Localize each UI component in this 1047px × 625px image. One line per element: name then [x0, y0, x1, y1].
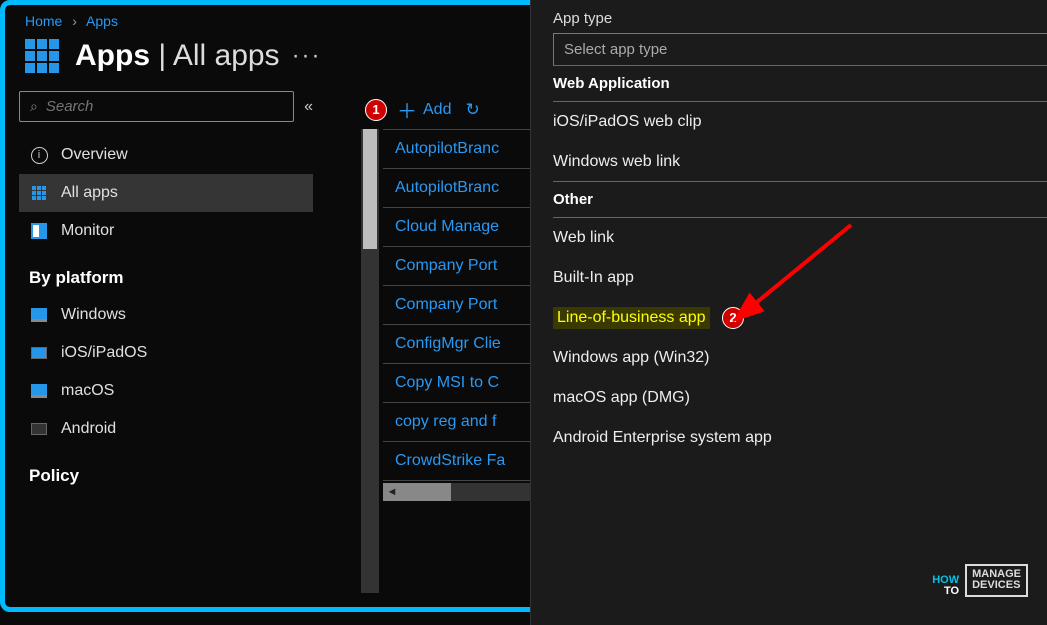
search-input[interactable] — [46, 98, 283, 115]
add-button[interactable]: ＋ Add — [397, 95, 451, 124]
nav-label: Android — [61, 420, 116, 438]
section-policy: Policy — [19, 448, 313, 494]
nav-label: All apps — [61, 184, 118, 202]
platform-android[interactable]: Android — [19, 410, 313, 448]
windows-icon — [29, 305, 49, 325]
nav-label: Monitor — [61, 222, 114, 240]
section-by-platform: By platform — [19, 250, 313, 296]
nav-label: Windows — [61, 306, 126, 324]
platform-ios[interactable]: iOS/iPadOS — [19, 334, 313, 372]
refresh-icon[interactable]: ↻ — [465, 100, 479, 120]
watermark-manage-devices: MANAGEDEVICES — [965, 564, 1028, 597]
nav-label: macOS — [61, 382, 114, 400]
android-icon — [29, 419, 49, 439]
nav-overview[interactable]: i Overview — [19, 136, 313, 174]
page-title: Apps | All apps — [75, 39, 280, 73]
scroll-left-icon[interactable]: ◄ — [383, 483, 401, 501]
breadcrumb-apps[interactable]: Apps — [86, 13, 118, 29]
more-menu-icon[interactable]: ··· — [292, 42, 322, 70]
annotation-badge-2: 2 — [722, 307, 744, 329]
type-web-link[interactable]: Web link — [553, 218, 1047, 258]
watermark-howto: HOWTO — [932, 575, 959, 597]
add-label: Add — [423, 101, 451, 119]
type-macos-app-dmg[interactable]: macOS app (DMG) — [553, 378, 1047, 418]
type-line-of-business-app[interactable]: Line-of-business app — [553, 307, 710, 329]
vertical-scrollbar[interactable] — [361, 129, 379, 593]
info-icon: i — [29, 145, 49, 165]
nav-monitor[interactable]: Monitor — [19, 212, 313, 250]
select-app-type-panel: Select app type Create app App type Sele… — [530, 0, 1047, 625]
type-ios-web-clip[interactable]: iOS/iPadOS web clip — [553, 102, 1047, 142]
category-web-application: Web Application — [553, 65, 1047, 102]
category-other: Other — [553, 181, 1047, 218]
search-box[interactable]: ⌕ — [19, 91, 294, 122]
watermark: HOWTO MANAGEDEVICES — [932, 564, 1028, 597]
toolbar: 1 ＋ Add ↻ — [365, 91, 480, 134]
grid-icon — [29, 183, 49, 203]
search-icon: ⌕ — [30, 98, 38, 115]
apps-grid-icon — [25, 39, 59, 73]
breadcrumb-home[interactable]: Home — [25, 13, 62, 29]
type-windows-web-link[interactable]: Windows web link — [553, 142, 1047, 182]
annotation-badge-1: 1 — [365, 99, 387, 121]
platform-macos[interactable]: macOS — [19, 372, 313, 410]
ios-icon — [29, 343, 49, 363]
plus-icon: ＋ — [397, 95, 417, 124]
scrollbar-thumb[interactable] — [363, 129, 377, 249]
platform-windows[interactable]: Windows — [19, 296, 313, 334]
type-windows-app-win32[interactable]: Windows app (Win32) — [553, 338, 1047, 378]
type-built-in-app[interactable]: Built-In app — [553, 258, 1047, 298]
nav-all-apps[interactable]: All apps — [19, 174, 313, 212]
collapse-sidebar-icon[interactable]: « — [304, 98, 313, 116]
macos-icon — [29, 381, 49, 401]
app-type-label: App type — [553, 10, 1047, 27]
sidebar: ⌕ « i Overview All apps Monitor By platf… — [5, 91, 325, 593]
chevron-right-icon: › — [72, 13, 77, 29]
scrollbar-thumb[interactable] — [401, 483, 451, 501]
monitor-icon — [29, 221, 49, 241]
type-android-enterprise-system-app[interactable]: Android Enterprise system app — [553, 418, 1047, 458]
nav-label: Overview — [61, 146, 128, 164]
app-type-select[interactable]: Select app type — [553, 33, 1047, 66]
nav-label: iOS/iPadOS — [61, 344, 147, 362]
